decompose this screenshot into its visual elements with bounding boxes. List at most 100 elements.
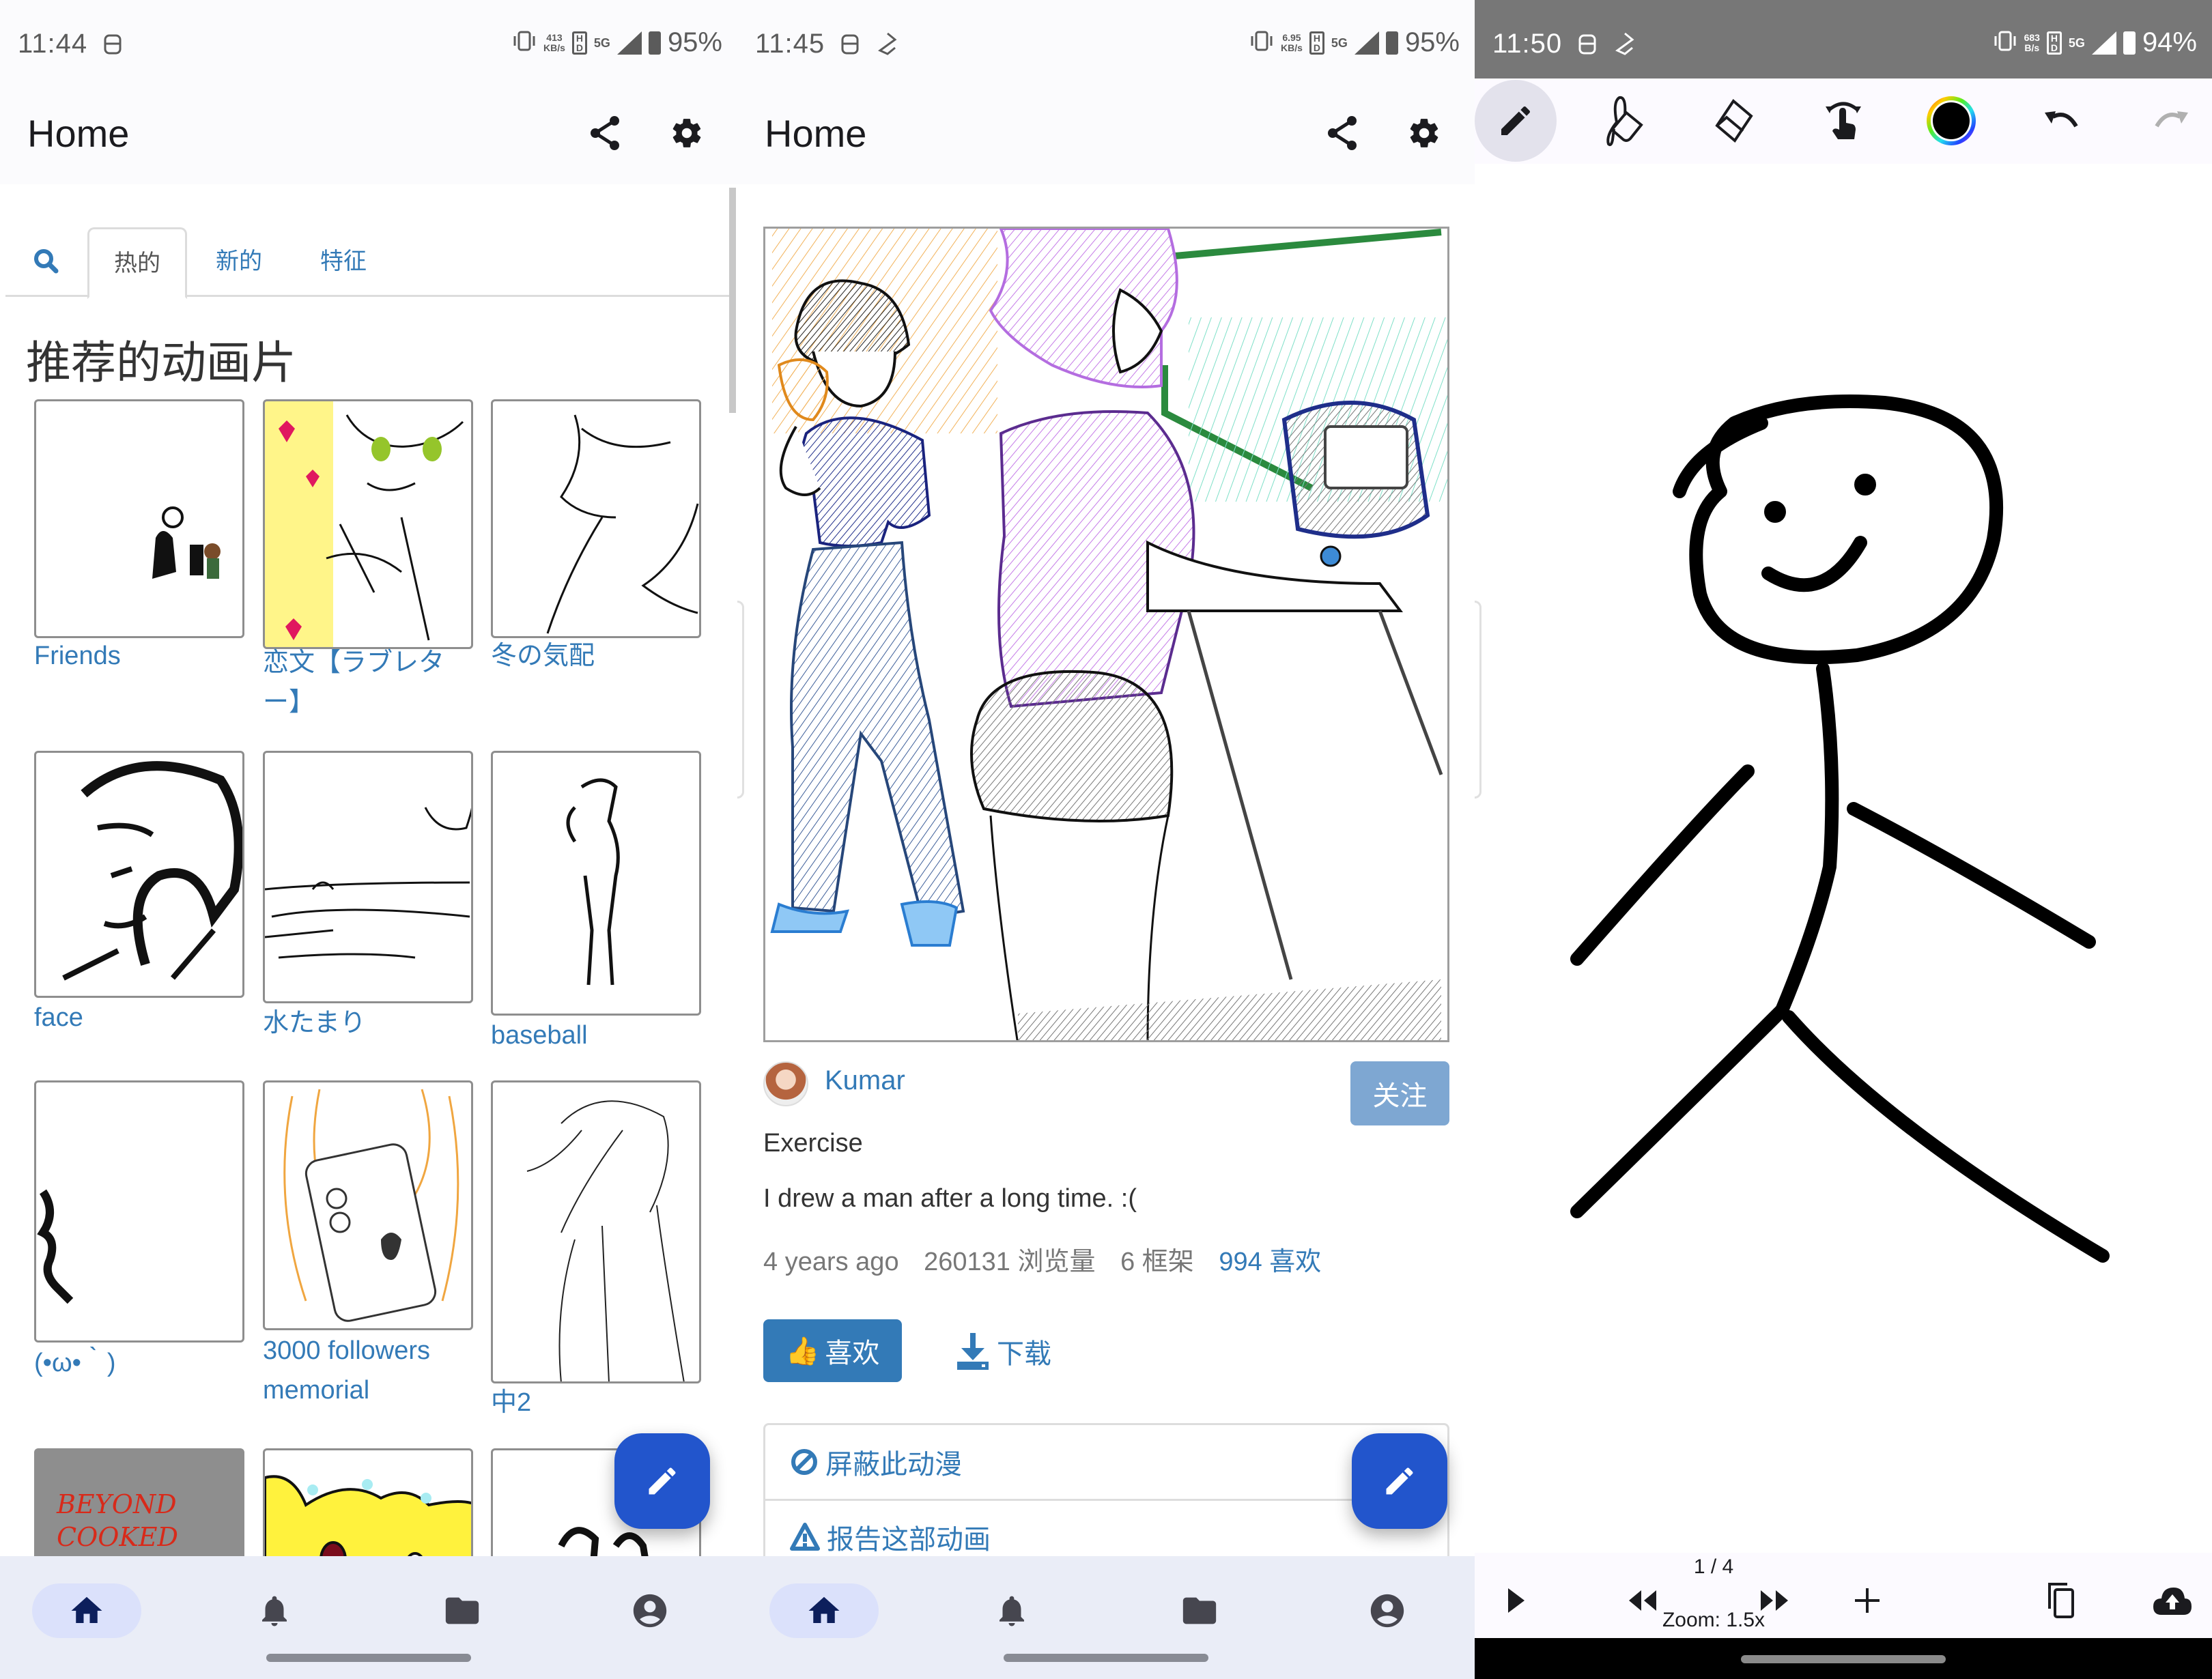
posted-age: 4 years ago <box>763 1248 899 1276</box>
gesture-bar[interactable] <box>1741 1655 1946 1663</box>
view-count: 260131 浏览量 <box>924 1248 1096 1276</box>
bell-icon <box>262 1596 287 1626</box>
tab-hot[interactable]: 热的 <box>87 227 187 299</box>
hand-pointer-icon <box>1826 102 1861 139</box>
status-time: 11:45 <box>755 29 825 59</box>
thumbnail-puddle[interactable] <box>263 751 473 1003</box>
like-button-label: 喜欢 <box>825 1338 880 1368</box>
thumbnail-label[interactable]: 冬の気配 <box>491 636 703 676</box>
paint-bucket-icon <box>1606 96 1643 147</box>
block-animation-item[interactable]: 屏蔽此动漫 <box>765 1425 1447 1499</box>
gear-icon <box>672 119 701 147</box>
nav-files[interactable] <box>1145 1583 1254 1638</box>
tab-featured[interactable]: 特征 <box>296 227 391 297</box>
thumbnail-label[interactable]: Friends <box>34 636 246 676</box>
thumbnail-love-letter[interactable] <box>263 399 473 649</box>
fill-tool[interactable] <box>1584 80 1666 162</box>
tab-new[interactable]: 新的 <box>191 227 287 297</box>
nav-notifications[interactable] <box>957 1583 1066 1638</box>
nav-home[interactable] <box>32 1583 141 1638</box>
action-label: 报告这部动画 <box>827 1524 991 1555</box>
author-avatar[interactable] <box>763 1061 808 1106</box>
signal-icon <box>2091 31 2116 55</box>
eraser-tool[interactable] <box>1693 80 1775 162</box>
settings-button[interactable] <box>668 114 706 152</box>
animation-title: Exercise <box>763 1129 863 1158</box>
thumbnail-label[interactable]: baseball <box>491 1016 703 1055</box>
create-animation-fab[interactable] <box>1352 1433 1447 1529</box>
status-time: 11:50 <box>1492 29 1563 59</box>
share-button[interactable] <box>586 114 624 152</box>
scrollbar[interactable] <box>729 188 736 413</box>
follow-button[interactable]: 关注 <box>1350 1061 1449 1125</box>
battery-icon <box>1385 31 1398 55</box>
battery-level: 94% <box>2142 27 2197 57</box>
status-right: 413 KB/s HD 5G 95% <box>512 27 722 58</box>
thumbnail-friends[interactable] <box>34 399 244 638</box>
duplicate-frame-button[interactable] <box>2034 1573 2089 1628</box>
nav-account[interactable] <box>595 1583 705 1638</box>
undo-button[interactable] <box>2021 80 2103 162</box>
settings-button[interactable] <box>1405 114 1443 152</box>
signal-icon <box>616 31 642 55</box>
like-button[interactable]: 👍 喜欢 <box>763 1319 902 1382</box>
search-icon <box>34 249 59 274</box>
app-bar: Home <box>0 78 737 184</box>
editor-screen: 11:50 683 B/s HD 5G 94% 1 / 4 Zoom: 1.5x <box>1475 0 2212 1679</box>
folder-icon <box>1182 1597 1217 1624</box>
warning-icon <box>790 1522 820 1551</box>
color-picker[interactable] <box>1910 80 1992 162</box>
status-bar: 11:45 6.95 KB/s HD 5G 95% <box>737 0 1475 78</box>
nav-home[interactable] <box>769 1583 879 1638</box>
create-animation-fab[interactable] <box>614 1433 710 1529</box>
like-count[interactable]: 994 喜欢 <box>1219 1248 1321 1276</box>
notification-icon <box>102 31 123 61</box>
pencil-tool[interactable] <box>1475 80 1557 162</box>
gesture-bar[interactable] <box>266 1654 471 1662</box>
bell-icon <box>999 1596 1024 1626</box>
play-button[interactable] <box>1488 1573 1543 1628</box>
thumbnail-label[interactable]: 3000 followers memorial <box>263 1331 474 1410</box>
stroke-right-eye <box>1854 474 1876 496</box>
nav-notifications[interactable] <box>220 1583 329 1638</box>
section-title: 推荐的动画片 <box>26 337 296 388</box>
vibrate-icon <box>1993 27 2017 58</box>
author-name[interactable]: Kumar <box>825 1065 905 1096</box>
thumbnail-face[interactable] <box>34 751 244 998</box>
thumbnail-label[interactable]: face <box>34 998 246 1037</box>
thumbnail-label[interactable]: 水たまり <box>263 1003 474 1043</box>
download-button[interactable]: 下载 <box>956 1328 1051 1375</box>
home-icon <box>71 1596 102 1623</box>
upload-button[interactable] <box>2145 1573 2200 1628</box>
playback-bar: 1 / 4 Zoom: 1.5x <box>1475 1553 2212 1638</box>
edge-handle-left <box>1475 601 1481 799</box>
frame-counter: 1 / 4 <box>1693 1555 1734 1578</box>
nav-files[interactable] <box>408 1583 517 1638</box>
pencil-icon <box>1501 106 1531 135</box>
detail-screen: 11:45 6.95 KB/s HD 5G 95% Home Kumar 关注 … <box>737 0 1475 1679</box>
network-type: 5G <box>593 35 610 50</box>
thumbnail-label[interactable]: 恋文【ラブレター】 <box>263 643 474 722</box>
nav-account[interactable] <box>1333 1583 1442 1638</box>
gesture-bar[interactable] <box>1004 1654 1208 1662</box>
stroke-left-leg <box>1570 1003 1789 1218</box>
thumbnail-label[interactable]: 中2 <box>491 1383 703 1422</box>
redo-button[interactable] <box>2130 80 2212 162</box>
animation-description: I drew a man after a long time. :( <box>763 1184 1137 1213</box>
thumbnail-baseball[interactable] <box>491 751 701 1016</box>
author-row: Kumar 关注 <box>763 1061 1449 1130</box>
drawing-canvas[interactable] <box>1475 164 2212 1553</box>
move-tool[interactable] <box>1802 80 1884 162</box>
thumbnail-3000-followers[interactable] <box>263 1080 473 1330</box>
cloud-upload-icon <box>2153 1588 2192 1615</box>
thumbnail-chuuni[interactable] <box>491 1080 701 1383</box>
thumbnail-kaomoji[interactable] <box>34 1080 244 1343</box>
animation-preview[interactable] <box>763 227 1449 1042</box>
battery-level: 95% <box>1404 27 1460 57</box>
share-icon <box>1328 116 1357 150</box>
stroke-left-arm <box>1570 764 1755 966</box>
thumbnail-label[interactable]: (•ω•｀) <box>34 1343 246 1383</box>
search-button[interactable] <box>33 248 60 278</box>
share-button[interactable] <box>1323 114 1361 152</box>
thumbnail-winter[interactable] <box>491 399 701 638</box>
